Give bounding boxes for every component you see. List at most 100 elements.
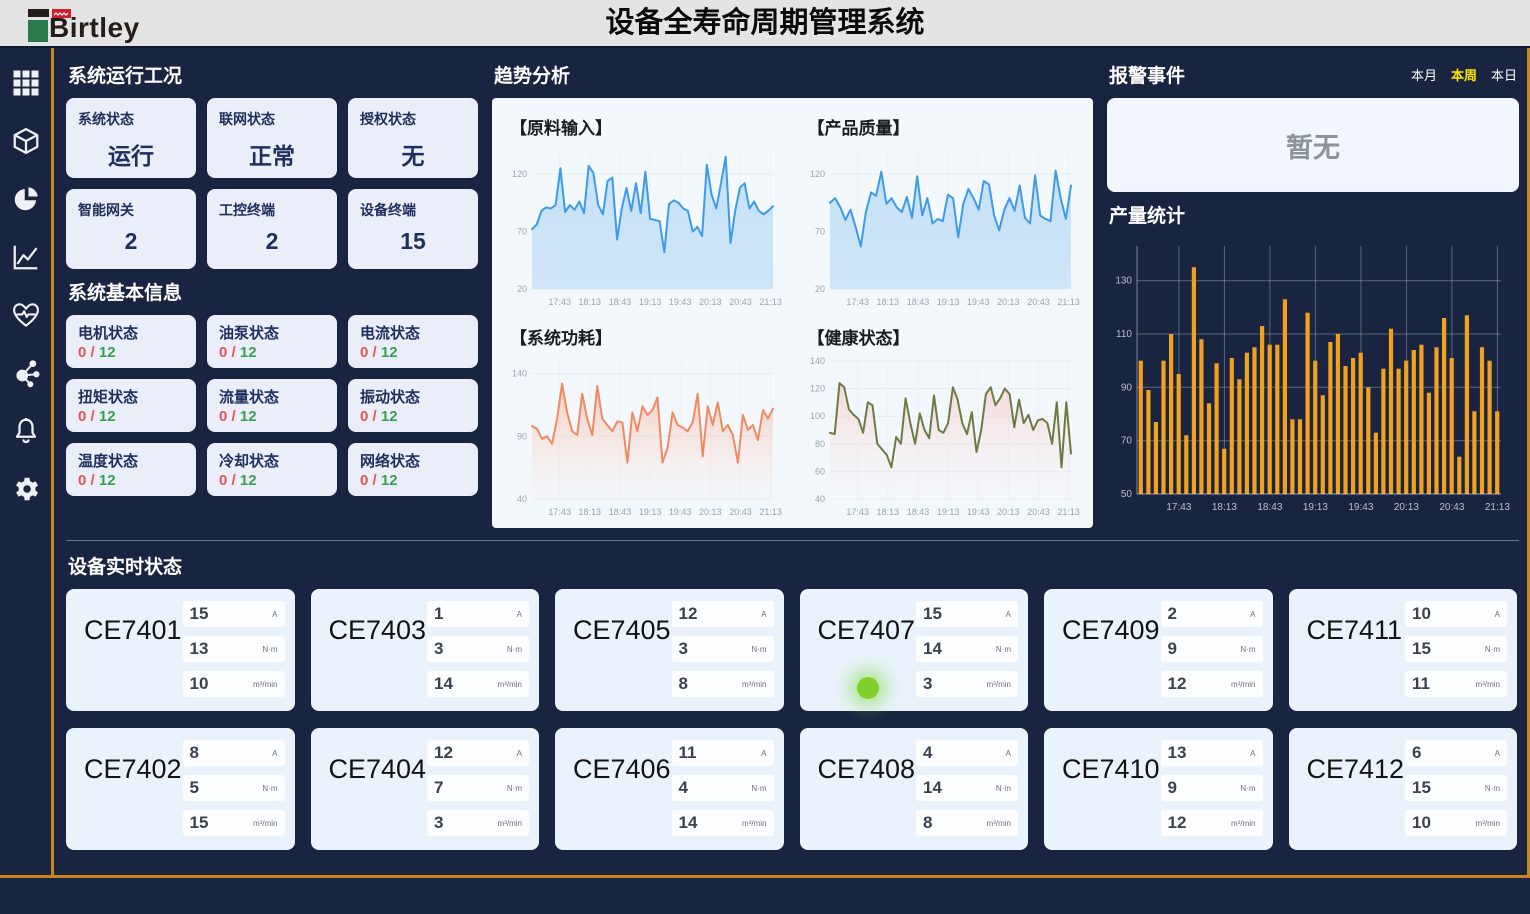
device-metric-unit: A: [1250, 610, 1255, 619]
device-metrics: 2 A 9 N·m 12 m³/min: [1161, 601, 1263, 701]
info-card-label: 油泵状态: [219, 322, 325, 343]
info-card[interactable]: 电机状态 0 / 12: [66, 315, 196, 368]
info-card-count: 0 / 12: [78, 408, 184, 425]
trend-title: 趋势分析: [494, 61, 1093, 88]
device-metric-unit: A: [1006, 749, 1011, 758]
device-metric-value: 14: [679, 813, 698, 833]
svg-text:80: 80: [814, 439, 824, 449]
device-metric-row: 14 N·m: [916, 775, 1018, 801]
svg-text:120: 120: [809, 384, 824, 394]
info-card[interactable]: 流量状态 0 / 12: [207, 379, 337, 432]
count-separator: /: [368, 472, 381, 489]
svg-text:20:13: 20:13: [699, 297, 722, 307]
device-metric-row: 8 A: [183, 740, 285, 766]
svg-text:40: 40: [814, 494, 824, 504]
device-card[interactable]: CE7404 12 A 7 N·m 3 m³/min: [311, 728, 540, 850]
trend-chart: 【健康状态】14012010080604017:4318:1318:4319:1…: [800, 316, 1084, 526]
device-metric-row: 2 A: [1161, 601, 1263, 627]
device-metric-value: 5: [190, 778, 199, 798]
svg-text:18:43: 18:43: [906, 297, 929, 307]
device-metric-unit: m³/min: [498, 819, 522, 828]
svg-text:18:13: 18:13: [876, 297, 899, 307]
device-card[interactable]: CE7410 13 A 9 N·m 12 m³/min: [1044, 728, 1273, 850]
status-card[interactable]: 系统状态 运行: [66, 98, 196, 178]
cube-icon[interactable]: [11, 126, 41, 156]
gear-icon[interactable]: [11, 474, 41, 504]
alarm-tab[interactable]: 本周: [1451, 65, 1477, 84]
status-card[interactable]: 智能网关 2: [66, 189, 196, 269]
svg-text:18:13: 18:13: [579, 297, 602, 307]
svg-text:17:43: 17:43: [548, 507, 571, 517]
device-metric-row: 3 m³/min: [916, 671, 1018, 697]
device-name: CE7406: [573, 754, 672, 840]
total-count: 12: [240, 472, 257, 489]
device-metric-value: 15: [1412, 639, 1431, 659]
svg-text:17:43: 17:43: [1166, 502, 1191, 513]
device-card[interactable]: CE7402 8 A 5 N·m 15 m³/min: [66, 728, 295, 850]
device-metric-unit: m³/min: [742, 819, 766, 828]
status-card-label: 系统状态: [78, 109, 184, 129]
device-card[interactable]: CE7403 1 A 3 N·m 14 m³/min: [311, 589, 540, 711]
trend-panel: 【原料输入】120702017:4318:1318:4319:1319:4320…: [492, 98, 1093, 528]
total-count: 12: [381, 472, 398, 489]
grid-icon[interactable]: [11, 68, 41, 98]
count-separator: /: [86, 344, 99, 361]
info-card[interactable]: 网络状态 0 / 12: [348, 443, 478, 496]
svg-text:21:13: 21:13: [759, 507, 782, 517]
molecule-icon[interactable]: [11, 358, 41, 388]
device-metric-row: 5 N·m: [183, 775, 285, 801]
info-card-label: 温度状态: [78, 450, 184, 471]
device-metric-value: 9: [1168, 778, 1177, 798]
bell-icon[interactable]: [11, 416, 41, 446]
device-card[interactable]: CE7409 2 A 9 N·m 12 m³/min: [1044, 589, 1273, 711]
svg-text:140: 140: [809, 356, 824, 366]
device-metric-row: 14 m³/min: [427, 671, 529, 697]
info-card-label: 扭矩状态: [78, 386, 184, 407]
status-card[interactable]: 联网状态 正常: [207, 98, 337, 178]
alarm-tab[interactable]: 本日: [1491, 65, 1517, 84]
device-metric-unit: N·m: [507, 784, 522, 793]
line-chart-icon[interactable]: [11, 242, 41, 272]
info-card[interactable]: 油泵状态 0 / 12: [207, 315, 337, 368]
device-metric-value: 3: [923, 674, 932, 694]
device-metric-value: 3: [434, 639, 443, 659]
device-metric-unit: m³/min: [1476, 819, 1500, 828]
device-card[interactable]: CE7401 15 A 13 N·m 10 m³/min: [66, 589, 295, 711]
device-card[interactable]: CE7406 11 A 4 N·m 14 m³/min: [555, 728, 784, 850]
svg-text:20:13: 20:13: [1394, 502, 1419, 513]
status-card[interactable]: 设备终端 15: [348, 189, 478, 269]
info-card[interactable]: 冷却状态 0 / 12: [207, 443, 337, 496]
status-card[interactable]: 工控终端 2: [207, 189, 337, 269]
device-metric-value: 14: [434, 674, 453, 694]
status-card-value: 无: [360, 137, 466, 171]
info-card-count: 0 / 12: [78, 344, 184, 361]
device-card[interactable]: CE7412 6 A 15 N·m 10 m³/min: [1289, 728, 1518, 850]
health-pulse-icon[interactable]: [11, 300, 41, 330]
device-card[interactable]: CE7405 12 A 3 N·m 8 m³/min: [555, 589, 784, 711]
info-card[interactable]: 振动状态 0 / 12: [348, 379, 478, 432]
device-card[interactable]: CE7408 4 A 14 N·m 8 m³/min: [800, 728, 1029, 850]
svg-text:19:13: 19:13: [639, 507, 662, 517]
device-metric-value: 15: [190, 604, 209, 624]
status-card[interactable]: 授权状态 无: [348, 98, 478, 178]
total-count: 12: [99, 408, 116, 425]
svg-text:140: 140: [512, 369, 527, 379]
info-card[interactable]: 电流状态 0 / 12: [348, 315, 478, 368]
device-metric-row: 9 N·m: [1161, 636, 1263, 662]
info-card[interactable]: 扭矩状态 0 / 12: [66, 379, 196, 432]
devices-title: 设备实时状态: [68, 552, 1519, 579]
device-metrics: 12 A 3 N·m 8 m³/min: [672, 601, 774, 701]
alarm-tab[interactable]: 本月: [1411, 65, 1437, 84]
device-card[interactable]: CE7407 15 A 14 N·m 3 m³/min: [800, 589, 1029, 711]
svg-text:60: 60: [814, 466, 824, 476]
status-card-label: 联网状态: [219, 109, 325, 129]
svg-text:20: 20: [814, 284, 824, 294]
device-metric-unit: N·m: [1240, 784, 1255, 793]
total-count: 12: [99, 344, 116, 361]
svg-text:20:13: 20:13: [997, 507, 1020, 517]
info-card[interactable]: 温度状态 0 / 12: [66, 443, 196, 496]
pie-chart-icon[interactable]: [11, 184, 41, 214]
device-card[interactable]: CE7411 10 A 15 N·m 11 m³/min: [1289, 589, 1518, 711]
device-metric-unit: A: [1006, 610, 1011, 619]
device-name: CE7408: [818, 754, 917, 840]
